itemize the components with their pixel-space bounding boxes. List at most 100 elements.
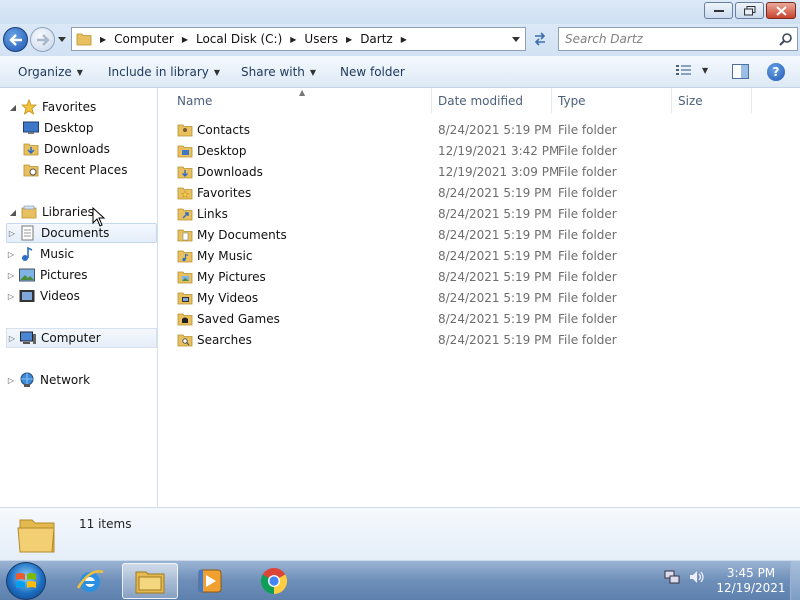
close-button[interactable] bbox=[766, 2, 796, 19]
chevron-right-icon[interactable]: ▶ bbox=[100, 35, 106, 44]
help-button[interactable]: ? bbox=[767, 63, 785, 81]
recent-pages-dropdown[interactable] bbox=[58, 36, 68, 44]
nav-libraries[interactable]: ◢ Libraries bbox=[8, 202, 148, 222]
videos-icon bbox=[18, 288, 36, 304]
forward-button[interactable] bbox=[30, 27, 55, 52]
file-row-my-documents[interactable]: My Documents 8/24/2021 5:19 PM File fold… bbox=[177, 224, 777, 245]
show-desktop-button[interactable] bbox=[790, 561, 800, 600]
chevron-down-icon: ▼ bbox=[213, 67, 221, 77]
file-name: Desktop bbox=[197, 143, 247, 158]
nav-downloads[interactable]: Downloads bbox=[20, 139, 150, 159]
chevron-right-icon[interactable]: ▶ bbox=[290, 35, 296, 44]
file-explorer-icon bbox=[135, 571, 165, 594]
nav-desktop[interactable]: Desktop bbox=[20, 118, 150, 138]
file-type: File folder bbox=[558, 164, 617, 179]
organize-button[interactable]: Organize ▼ bbox=[18, 65, 83, 79]
share-with-button[interactable]: Share with ▼ bbox=[241, 65, 316, 79]
maximize-button[interactable] bbox=[735, 2, 764, 19]
file-row-my-pictures[interactable]: My Pictures 8/24/2021 5:19 PM File folde… bbox=[177, 266, 777, 287]
back-button[interactable] bbox=[3, 27, 28, 52]
searches-folder-icon bbox=[177, 334, 193, 346]
column-header-type[interactable]: Type bbox=[552, 88, 672, 113]
include-in-library-button[interactable]: Include in library ▼ bbox=[108, 65, 220, 79]
expand-right-icon[interactable]: ▷ bbox=[7, 229, 17, 238]
downloads-folder-icon bbox=[22, 141, 40, 157]
clock-date: 12/19/2021 bbox=[716, 581, 786, 595]
column-header-date[interactable]: Date modified bbox=[432, 88, 552, 113]
address-bar[interactable]: ▶ Computer ▶ Local Disk (C:) ▶ Users ▶ D… bbox=[71, 27, 526, 51]
nav-favorites[interactable]: ◢ Favorites bbox=[8, 97, 148, 117]
expand-down-icon[interactable]: ◢ bbox=[8, 103, 18, 112]
file-row-desktop[interactable]: Desktop 12/19/2021 3:42 PM File folder bbox=[177, 140, 777, 161]
preview-pane-button[interactable] bbox=[732, 64, 749, 82]
nav-desktop-label: Desktop bbox=[44, 121, 94, 135]
chevron-down-icon: ▼ bbox=[76, 67, 83, 77]
chevron-down-icon[interactable]: ▼ bbox=[702, 66, 708, 75]
file-row-my-music[interactable]: My Music 8/24/2021 5:19 PM File folder bbox=[177, 245, 777, 266]
breadcrumb-computer[interactable]: Computer bbox=[114, 32, 174, 46]
nav-documents[interactable]: ▷ Documents bbox=[6, 223, 157, 243]
volume-icon[interactable] bbox=[688, 569, 706, 585]
details-pane: 11 items bbox=[0, 507, 800, 560]
minimize-button[interactable] bbox=[704, 2, 733, 19]
refresh-button[interactable] bbox=[528, 27, 552, 51]
taskbar-file-explorer[interactable] bbox=[122, 563, 178, 599]
nav-pictures-label: Pictures bbox=[40, 268, 88, 282]
column-header-size[interactable]: Size bbox=[672, 88, 752, 113]
file-row-downloads[interactable]: Downloads 12/19/2021 3:09 PM File folder bbox=[177, 161, 777, 182]
expand-right-icon[interactable]: ▷ bbox=[7, 334, 17, 343]
network-status-icon[interactable] bbox=[664, 569, 680, 585]
command-bar: Organize ▼ Include in library ▼ Share wi… bbox=[0, 56, 800, 88]
expand-right-icon[interactable]: ▷ bbox=[6, 376, 16, 385]
clock[interactable]: 3:45 PM 12/19/2021 bbox=[716, 566, 786, 596]
navigation-pane: ◢ Favorites Desktop Downloads Recent Pla… bbox=[0, 88, 158, 507]
desktop-icon bbox=[22, 120, 40, 136]
nav-recent-places[interactable]: Recent Places bbox=[20, 160, 150, 180]
nav-videos[interactable]: ▷ Videos bbox=[6, 286, 146, 306]
search-icon[interactable] bbox=[779, 32, 793, 46]
search-input[interactable] bbox=[559, 28, 769, 50]
file-name: Saved Games bbox=[197, 311, 280, 326]
start-button[interactable] bbox=[6, 562, 46, 600]
file-row-saved-games[interactable]: Saved Games 8/24/2021 5:19 PM File folde… bbox=[177, 308, 777, 329]
change-view-button[interactable]: ▼ bbox=[676, 64, 708, 76]
file-row-links[interactable]: Links 8/24/2021 5:19 PM File folder bbox=[177, 203, 777, 224]
file-row-favorites[interactable]: Favorites 8/24/2021 5:19 PM File folder bbox=[177, 182, 777, 203]
chevron-right-icon[interactable]: ▶ bbox=[182, 35, 188, 44]
address-row: ▶ Computer ▶ Local Disk (C:) ▶ Users ▶ D… bbox=[0, 24, 800, 56]
chevron-right-icon[interactable]: ▶ bbox=[346, 35, 352, 44]
expand-right-icon[interactable]: ▷ bbox=[6, 271, 16, 280]
breadcrumb-dartz[interactable]: Dartz bbox=[360, 32, 393, 46]
nav-network[interactable]: ▷ Network bbox=[6, 370, 146, 390]
nav-videos-label: Videos bbox=[40, 289, 80, 303]
expand-down-icon[interactable]: ◢ bbox=[8, 208, 18, 217]
address-dropdown-icon[interactable] bbox=[512, 36, 521, 43]
file-date: 12/19/2021 3:42 PM bbox=[438, 143, 560, 158]
breadcrumb-users[interactable]: Users bbox=[304, 32, 338, 46]
expand-right-icon[interactable]: ▷ bbox=[6, 292, 16, 301]
file-type: File folder bbox=[558, 143, 617, 158]
file-row-my-videos[interactable]: My Videos 8/24/2021 5:19 PM File folder bbox=[177, 287, 777, 308]
chevron-down-icon: ▼ bbox=[309, 67, 317, 77]
preview-pane-icon bbox=[732, 64, 749, 79]
file-type: File folder bbox=[558, 122, 617, 137]
expand-right-icon[interactable]: ▷ bbox=[6, 250, 16, 259]
nav-pictures[interactable]: ▷ Pictures bbox=[6, 265, 146, 285]
downloads-folder-icon bbox=[177, 166, 193, 178]
file-row-contacts[interactable]: Contacts 8/24/2021 5:19 PM File folder bbox=[177, 119, 777, 140]
new-folder-button[interactable]: New folder bbox=[340, 65, 405, 79]
chevron-right-icon[interactable]: ▶ bbox=[401, 35, 407, 44]
network-icon bbox=[18, 372, 36, 388]
nav-computer[interactable]: ▷ Computer bbox=[6, 328, 157, 348]
file-name: My Music bbox=[197, 248, 253, 263]
nav-music[interactable]: ▷ Music bbox=[6, 244, 146, 264]
taskbar-internet-explorer[interactable] bbox=[62, 563, 118, 599]
file-row-searches[interactable]: Searches 8/24/2021 5:19 PM File folder bbox=[177, 329, 777, 350]
file-date: 8/24/2021 5:19 PM bbox=[438, 248, 552, 263]
search-box bbox=[558, 27, 798, 51]
taskbar-media-player[interactable] bbox=[182, 563, 238, 599]
close-icon bbox=[775, 5, 787, 16]
breadcrumb-local-disk[interactable]: Local Disk (C:) bbox=[196, 32, 282, 46]
file-date: 12/19/2021 3:09 PM bbox=[438, 164, 560, 179]
taskbar-chrome[interactable] bbox=[246, 563, 302, 599]
